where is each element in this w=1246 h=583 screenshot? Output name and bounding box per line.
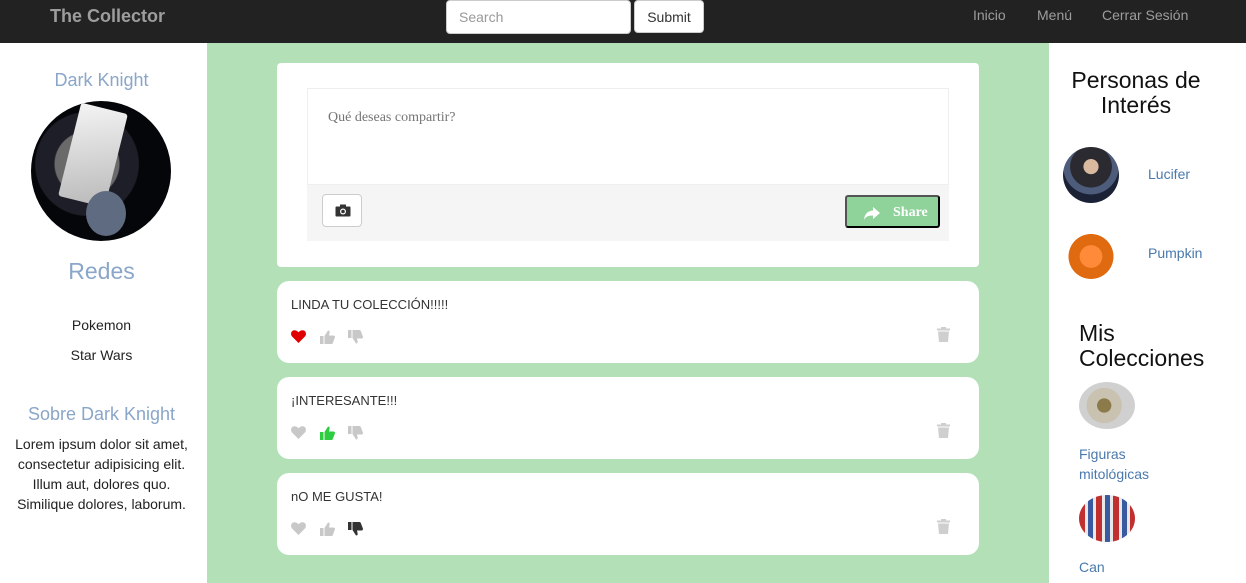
- profile-sidebar: Dark Knight Redes Pokemon Star Wars Sobr…: [0, 43, 207, 583]
- heart-icon[interactable]: [291, 330, 306, 343]
- thumbs-down-icon[interactable]: [348, 426, 363, 440]
- nav-link-menu[interactable]: Menú: [1037, 7, 1072, 23]
- heart-icon[interactable]: [291, 426, 306, 439]
- nav-link-cerrar-sesion[interactable]: Cerrar Sesión: [1102, 7, 1188, 23]
- redes-item-pokemon[interactable]: Pokemon: [0, 317, 203, 333]
- thumbs-down-icon[interactable]: [348, 522, 363, 536]
- compose-card: Share: [277, 63, 979, 267]
- hand-graphic: [86, 191, 126, 236]
- profile-name: Dark Knight: [54, 70, 149, 90]
- joker-card-graphic: [58, 102, 128, 208]
- thumbs-up-icon[interactable]: [320, 522, 335, 536]
- search-input[interactable]: [446, 0, 631, 34]
- thumbs-up-icon[interactable]: [320, 426, 335, 440]
- people-title: Personas de Interés: [1071, 67, 1201, 118]
- redes-item-star-wars[interactable]: Star Wars: [0, 347, 203, 363]
- collection-link-can[interactable]: Can: [1079, 557, 1179, 577]
- submit-button[interactable]: Submit: [634, 0, 704, 33]
- redes-title: Redes: [68, 258, 135, 284]
- comment-card: ¡INTERESANTE!!!: [277, 377, 979, 459]
- person-link-pumpkin[interactable]: Pumpkin: [1148, 245, 1202, 261]
- pumpkin-avatar[interactable]: [1066, 229, 1116, 279]
- person-link-lucifer[interactable]: Lucifer: [1148, 166, 1190, 182]
- comment-text: nO ME GUSTA!: [291, 489, 383, 504]
- comment-text: ¡INTERESANTE!!!: [291, 393, 398, 408]
- share-label: Share: [893, 205, 928, 220]
- brand-logo[interactable]: The Collector: [50, 6, 165, 27]
- about-text: Lorem ipsum dolor sit amet, consectetur …: [15, 436, 188, 512]
- trash-icon[interactable]: [937, 423, 950, 438]
- thumbs-down-icon[interactable]: [348, 330, 363, 344]
- collection-thumbnail[interactable]: [1079, 382, 1135, 429]
- trash-icon[interactable]: [937, 327, 950, 342]
- avatar[interactable]: [1063, 147, 1119, 203]
- navbar: The Collector Submit Inicio Menú Cerrar …: [0, 0, 1246, 43]
- right-sidebar: Personas de Interés Lucifer Pumpkin Mis …: [1049, 43, 1246, 583]
- about-title: Sobre Dark Knight: [27, 404, 176, 424]
- thumbs-up-icon[interactable]: [320, 330, 335, 344]
- nav-link-inicio[interactable]: Inicio: [973, 7, 1006, 23]
- comment-card: nO ME GUSTA!: [277, 473, 979, 555]
- share-button[interactable]: Share: [845, 195, 940, 228]
- share-icon: [864, 207, 880, 220]
- camera-button[interactable]: [322, 194, 362, 227]
- trash-icon[interactable]: [937, 519, 950, 534]
- camera-icon: [335, 204, 351, 217]
- compose-toolbar: Share: [307, 185, 949, 241]
- feed: Share LINDA TU COLECCIÓN!!!!! ¡INTERESAN…: [207, 43, 1049, 583]
- comment-card: LINDA TU COLECCIÓN!!!!!: [277, 281, 979, 363]
- collection-thumbnail[interactable]: [1079, 495, 1135, 542]
- heart-icon[interactable]: [291, 522, 306, 535]
- profile-avatar: [31, 101, 171, 241]
- collections-title: Mis Colecciones: [1079, 320, 1205, 371]
- compose-textarea[interactable]: [307, 88, 949, 185]
- comment-text: LINDA TU COLECCIÓN!!!!!: [291, 297, 449, 312]
- collection-link-figuras[interactable]: Figuras mitológicas: [1079, 444, 1179, 484]
